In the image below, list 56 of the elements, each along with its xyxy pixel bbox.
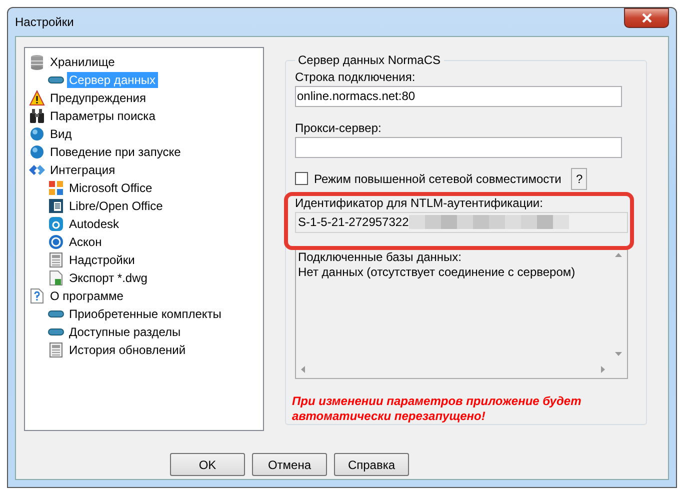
field-label: Идентификатор для NTLM-аутентификации: (295, 196, 544, 210)
tree-item[interactable]: Параметры поиска (48, 108, 158, 124)
tree-item[interactable]: Microsoft Office (67, 180, 154, 196)
calculator-icon (49, 342, 63, 358)
close-button[interactable] (624, 8, 669, 28)
tree-item[interactable]: Хранилище (48, 54, 117, 70)
window-title: Настройки (15, 15, 74, 29)
tree-item[interactable]: Поведение при запуске (48, 144, 183, 160)
calculator-icon (49, 252, 63, 268)
connection-field[interactable]: online.normacs.net:80 (295, 86, 622, 107)
proxy-field[interactable] (295, 136, 622, 158)
circle-icon (48, 234, 64, 250)
file-icon (49, 270, 63, 286)
list-line: Нет данных (отсутствует соединение с сервером) (298, 264, 576, 280)
tree-item[interactable]: Libre/Open Office (67, 198, 165, 214)
scroll-down-icon[interactable] (615, 352, 622, 356)
diamonds-icon (29, 164, 45, 176)
tree-item[interactable]: История обновлений (67, 342, 188, 358)
scroll-left-icon[interactable] (301, 366, 305, 373)
field-label: Прокси-сервер: (295, 120, 382, 135)
restart-warning: При изменении параметров приложение будет автоматически перезапущено! (292, 394, 582, 424)
tree-item[interactable]: Доступные разделы (67, 324, 183, 340)
rounded-square-icon (48, 216, 64, 232)
dialog-button[interactable]: Справка (334, 453, 409, 476)
group-title: Сервер данных NormaCS (297, 53, 442, 67)
scroll-up-icon[interactable] (615, 252, 622, 257)
close-icon (640, 13, 652, 23)
capsule-icon (48, 76, 64, 84)
ntlm-id-field: S-1-5-21-272957322 (295, 212, 628, 233)
tree-item[interactable]: Интеграция (48, 162, 118, 178)
list-line: Подключенные базы данных: (298, 250, 462, 265)
help-document-icon (30, 288, 44, 304)
tree-item[interactable]: Предупреждения (48, 90, 148, 106)
sphere-icon (29, 126, 45, 142)
document-icon (48, 198, 64, 214)
tree-item[interactable]: Надстройки (67, 252, 137, 268)
checkbox-label: Режим повышенной сетевой совместимости (314, 172, 562, 186)
binoculars-icon (29, 108, 45, 124)
capsule-icon (48, 328, 64, 336)
dialog-button[interactable]: Отмена (252, 453, 327, 476)
tree-item[interactable]: Autodesk (67, 216, 122, 232)
tree-item[interactable]: О программе (48, 288, 126, 304)
checkbox[interactable] (295, 172, 308, 186)
capsule-icon (48, 310, 64, 318)
squares-icon (48, 180, 64, 196)
tree-item[interactable]: Приобретенные комплекты (67, 306, 224, 322)
field-label: Строка подключения: (295, 70, 416, 84)
scroll-right-icon[interactable] (601, 366, 605, 373)
tree-item[interactable]: Экспорт *.dwg (67, 270, 150, 286)
database-icon (29, 54, 45, 70)
tree-item[interactable]: Аскон (67, 234, 104, 250)
sphere-icon (29, 144, 45, 160)
help-button[interactable]: ? (571, 168, 588, 190)
dialog-button[interactable]: OK (170, 453, 245, 476)
warning-icon (29, 90, 45, 106)
tree-item[interactable]: Вид (48, 126, 74, 142)
